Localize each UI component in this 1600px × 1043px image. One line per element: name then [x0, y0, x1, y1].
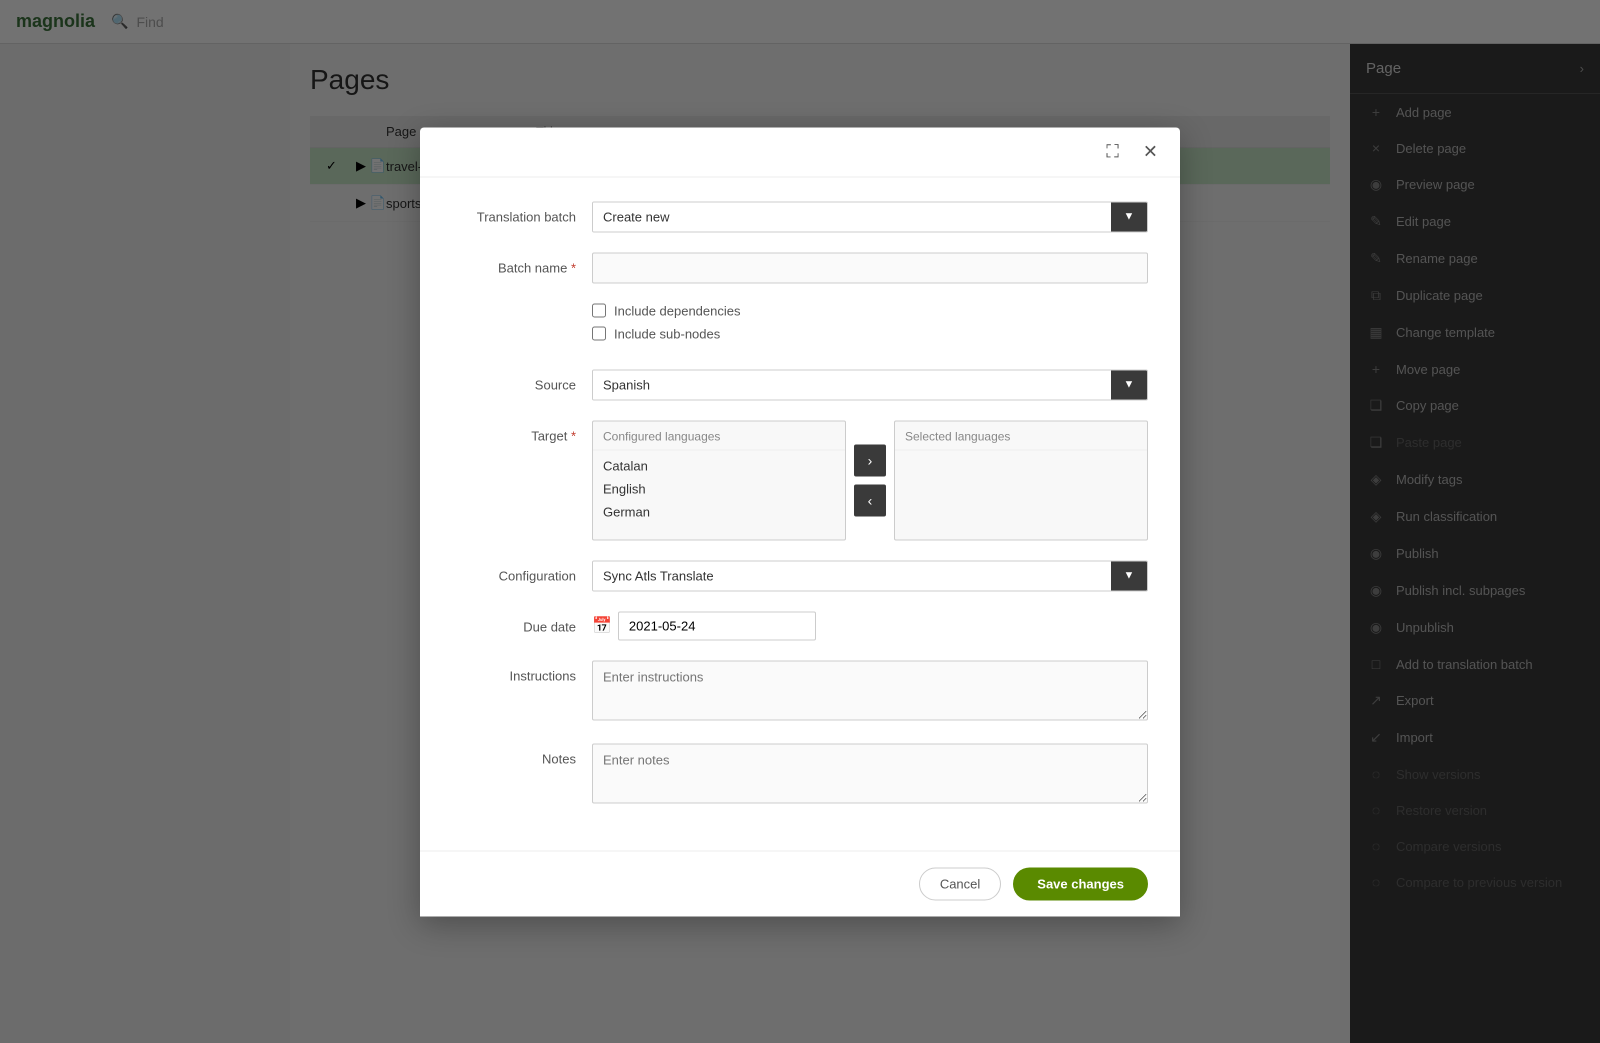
cancel-button[interactable]: Cancel — [919, 867, 1001, 900]
configured-languages-list: Configured languages CatalanEnglishGerma… — [592, 420, 846, 540]
configured-languages-header: Configured languages — [593, 425, 845, 450]
notes-label: Notes — [452, 743, 592, 766]
source-field: Spanish ▼ — [592, 369, 1148, 400]
batch-name-label: Batch name * — [452, 252, 592, 275]
target-label: Target * — [452, 420, 592, 443]
modal-footer: Cancel Save changes — [420, 850, 1180, 916]
include-sub-nodes-row: Include sub-nodes — [592, 326, 1148, 341]
configuration-select[interactable]: Sync Atls Translate ▼ — [592, 560, 1148, 591]
checkboxes-row: Include dependencies Include sub-nodes — [452, 303, 1148, 349]
configuration-label: Configuration — [452, 560, 592, 583]
include-sub-nodes-label: Include sub-nodes — [614, 326, 720, 341]
configured-languages-items: CatalanEnglishGerman — [593, 454, 845, 523]
transfer-buttons: › ‹ — [854, 420, 886, 540]
translation-batch-value: Create new — [593, 202, 1111, 231]
translation-batch-label: Translation batch — [452, 201, 592, 224]
translation-batch-field: Create new ▼ — [592, 201, 1148, 232]
include-dependencies-row: Include dependencies — [592, 303, 1148, 318]
calendar-icon: 📅 — [592, 616, 612, 636]
source-arrow[interactable]: ▼ — [1111, 370, 1147, 399]
modal-header: ⛶ ✕ — [420, 127, 1180, 177]
target-field: Configured languages CatalanEnglishGerma… — [592, 420, 1148, 540]
configuration-row: Configuration Sync Atls Translate ▼ — [452, 560, 1148, 591]
configuration-arrow[interactable]: ▼ — [1111, 561, 1147, 590]
language-transfer: Configured languages CatalanEnglishGerma… — [592, 420, 1148, 540]
include-dependencies-label: Include dependencies — [614, 303, 741, 318]
notes-textarea[interactable] — [592, 743, 1148, 803]
source-row: Source Spanish ▼ — [452, 369, 1148, 400]
due-date-input[interactable] — [618, 611, 816, 640]
modal-expand-button[interactable]: ⛶ — [1100, 139, 1125, 164]
language-item[interactable]: English — [593, 477, 845, 500]
due-date-row: Due date 📅 — [452, 611, 1148, 640]
instructions-textarea[interactable] — [592, 660, 1148, 720]
selected-languages-header: Selected languages — [895, 425, 1147, 450]
translation-batch-select[interactable]: Create new ▼ — [592, 201, 1148, 232]
selected-languages-list: Selected languages — [894, 420, 1148, 540]
notes-row: Notes — [452, 743, 1148, 806]
include-sub-nodes-checkbox[interactable] — [592, 327, 606, 341]
due-date-label: Due date — [452, 611, 592, 634]
date-wrapper: 📅 — [592, 611, 1148, 640]
source-select[interactable]: Spanish ▼ — [592, 369, 1148, 400]
due-date-field: 📅 — [592, 611, 1148, 640]
modal-body: Translation batch Create new ▼ Batch nam… — [420, 177, 1180, 850]
include-dependencies-checkbox[interactable] — [592, 304, 606, 318]
batch-name-row: Batch name * — [452, 252, 1148, 283]
save-changes-button[interactable]: Save changes — [1013, 867, 1148, 900]
notes-field — [592, 743, 1148, 806]
translation-batch-arrow[interactable]: ▼ — [1111, 202, 1147, 231]
target-row: Target * Configured languages CatalanEng… — [452, 420, 1148, 540]
source-label: Source — [452, 369, 592, 392]
instructions-row: Instructions — [452, 660, 1148, 723]
language-item[interactable]: German — [593, 500, 845, 523]
add-language-button[interactable]: › — [854, 444, 886, 476]
modal-close-button[interactable]: ✕ — [1137, 139, 1164, 164]
instructions-label: Instructions — [452, 660, 592, 683]
modal-dialog: ⛶ ✕ Translation batch Create new ▼ Batch… — [420, 127, 1180, 916]
batch-name-field — [592, 252, 1148, 283]
source-value: Spanish — [593, 370, 1111, 399]
configuration-value: Sync Atls Translate — [593, 561, 1111, 590]
language-item[interactable]: Catalan — [593, 454, 845, 477]
instructions-field — [592, 660, 1148, 723]
remove-language-button[interactable]: ‹ — [854, 484, 886, 516]
batch-name-input[interactable] — [592, 252, 1148, 283]
configuration-field: Sync Atls Translate ▼ — [592, 560, 1148, 591]
translation-batch-row: Translation batch Create new ▼ — [452, 201, 1148, 232]
